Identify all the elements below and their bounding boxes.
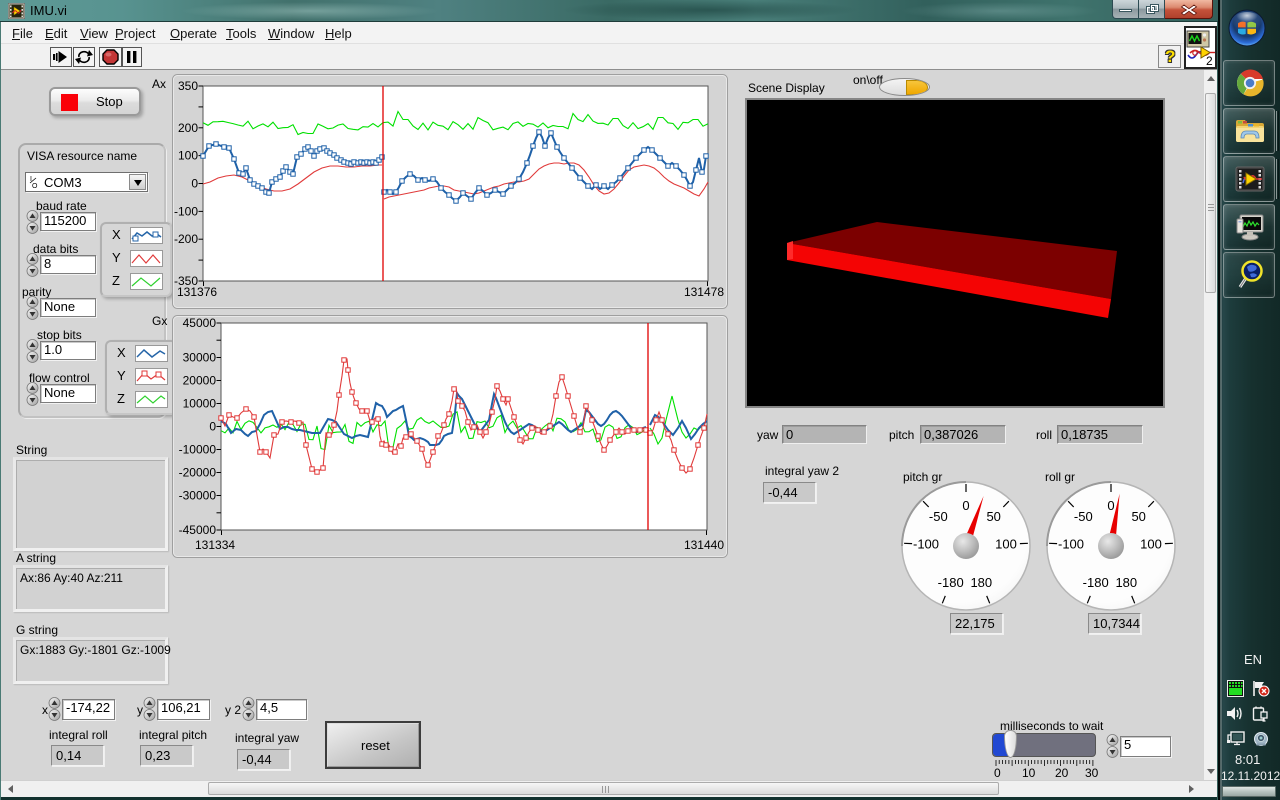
svg-text:20000: 20000 [183, 374, 217, 388]
svg-text:131478: 131478 [684, 285, 724, 299]
svg-text:-45000: -45000 [179, 523, 217, 537]
svg-text:0: 0 [191, 177, 198, 191]
svg-text:-180: -180 [1083, 575, 1109, 590]
svg-text:-30000: -30000 [179, 489, 217, 503]
svg-text:-50: -50 [929, 509, 948, 524]
svg-text:O: O [32, 183, 38, 190]
svg-text:-200: -200 [174, 232, 198, 246]
svg-text:131334: 131334 [195, 538, 235, 552]
svg-text:100: 100 [1140, 536, 1162, 551]
svg-text:200: 200 [178, 121, 198, 135]
svg-text:0: 0 [962, 498, 969, 513]
svg-text:-100: -100 [174, 204, 198, 218]
svg-text:100: 100 [178, 149, 198, 163]
svg-text:-20000: -20000 [179, 466, 217, 480]
svg-text:0: 0 [209, 420, 216, 434]
svg-text:2: 2 [1206, 54, 1213, 67]
svg-text:350: 350 [178, 79, 198, 93]
svg-text:180: 180 [1115, 575, 1137, 590]
svg-text:0: 0 [1107, 498, 1114, 513]
svg-text:131440: 131440 [684, 538, 724, 552]
svg-text:50: 50 [1131, 509, 1145, 524]
svg-text:-180: -180 [938, 575, 964, 590]
svg-text:50: 50 [986, 509, 1000, 524]
svg-text:100: 100 [995, 536, 1017, 551]
svg-text:45000: 45000 [183, 316, 217, 330]
svg-text:30000: 30000 [183, 351, 217, 365]
svg-text:-50: -50 [1074, 509, 1093, 524]
svg-text:131376: 131376 [177, 285, 217, 299]
svg-text:-10000: -10000 [179, 443, 217, 457]
svg-text:-100: -100 [913, 536, 939, 551]
svg-text:-100: -100 [1058, 536, 1084, 551]
svg-text:10000: 10000 [183, 397, 217, 411]
svg-text:180: 180 [970, 575, 992, 590]
